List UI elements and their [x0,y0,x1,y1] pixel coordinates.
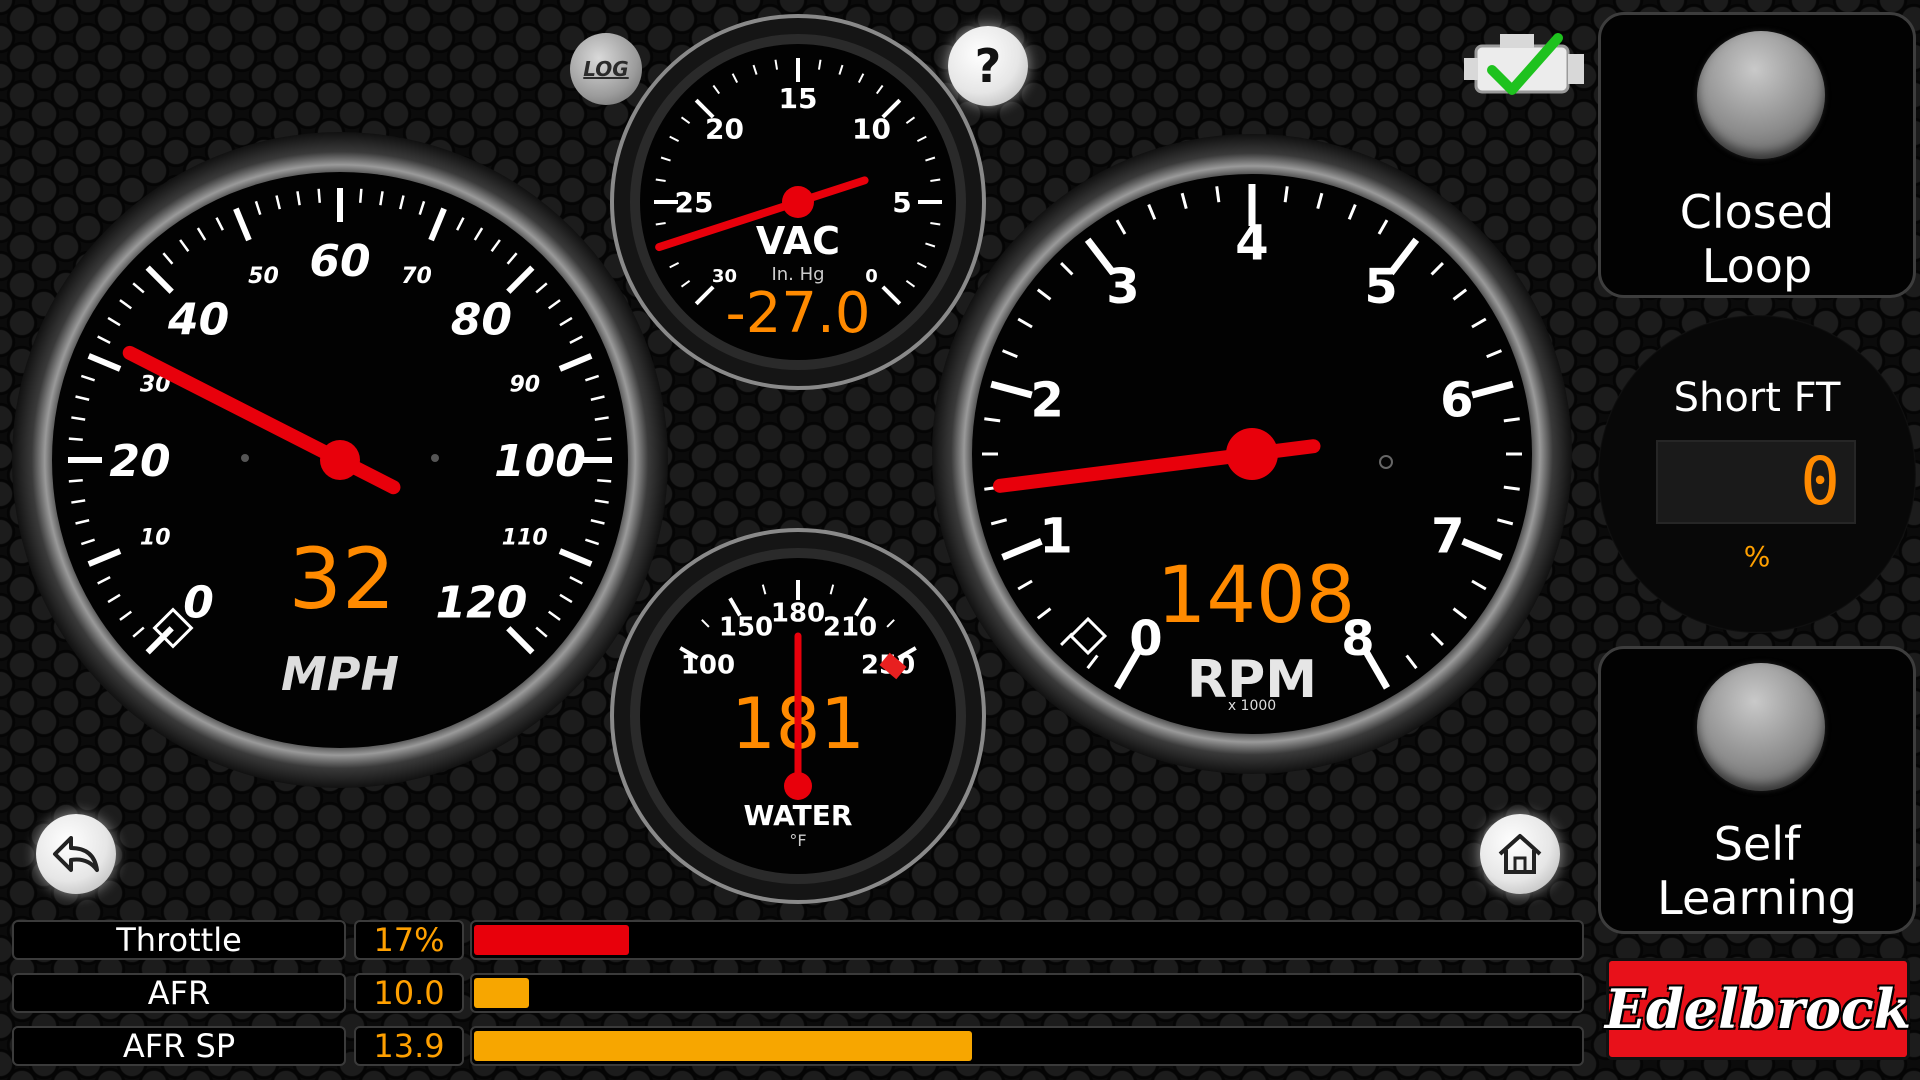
closed-loop-label: Closed Loop [1679,185,1835,293]
gauge-tick-label: 1 [1039,508,1072,564]
closed-loop-panel: Closed Loop [1598,12,1916,298]
bar-label: Throttle [12,920,346,960]
short-ft-title: Short FT [1673,375,1841,421]
gauge-tick-label: 10 [852,113,891,146]
gauge-tick [1215,186,1221,203]
short-ft-gauge: Short FT 0 % [1598,315,1916,633]
gauge-tick [1503,417,1520,423]
self-learning-indicator [1697,663,1825,791]
gauge-tick [68,437,83,442]
gauge-tick-label: 150 [719,612,773,642]
rpm-multiplier: x 1000 [1228,698,1276,714]
gauge-tick-label: 25 [675,186,714,219]
gauge-tick-label: 20 [109,436,170,487]
home-button[interactable] [1480,814,1560,894]
water-unit: °F [789,831,806,850]
home-icon [1498,834,1542,874]
gauge-tick-label: 0 [183,577,214,628]
gauge-tick-label: 40 [167,294,229,345]
speed-unit: MPH [281,647,399,701]
bar-fill [474,1031,972,1061]
needle-hub [784,772,812,800]
short-ft-display: 0 [1656,440,1856,524]
gauge-tick-label: 5 [1364,259,1397,315]
gauge-tick-label: 15 [779,82,818,115]
gauge-tick-label: 210 [823,612,877,642]
gauge-tick-label: 180 [771,598,825,628]
gauge-tick [68,478,83,483]
gauge-tick-label: 80 [451,294,512,345]
gauge-tick [317,188,322,203]
bar-value: 10.0 [354,973,464,1013]
needle-hub [782,186,814,218]
needle-hub [1226,428,1278,480]
speedometer-gauge: 0 10 20 30 40 50 60 70 80 90 100 110 120 32 MPH [10,130,670,790]
gauge-tick-label: 60 [309,236,370,287]
bar-fill [474,978,529,1008]
gauge-tick [358,188,363,203]
closed-loop-indicator [1697,31,1825,159]
gauge-tick-label: 7 [1431,508,1464,564]
self-learning-panel: Self Learning [1598,646,1916,934]
gauge-tick [1503,485,1520,491]
gauge-tick-label: 6 [1440,372,1473,428]
gauge-tick [1283,186,1289,203]
gauge-tick-label: 5 [892,186,911,219]
gauge-tick-label: 100 [681,650,735,680]
water-title: WATER [744,799,853,832]
bar-track [470,1026,1584,1066]
gauge-tick-label: 110 [502,525,548,550]
rpm-value: 1408 [1157,551,1356,641]
gauge-tick [597,437,612,442]
needle-hub [320,440,360,480]
gauge-tick-label: 2 [1031,372,1064,428]
tachometer-gauge: 012345678 1408 RPM x 1000 [930,132,1574,776]
bar-fill [474,925,629,955]
back-button[interactable] [36,814,116,894]
vac-title: VAC [756,219,840,263]
gauge-tick [597,478,612,483]
gauge-tick [984,417,1001,423]
bar-label: AFR SP [12,1026,346,1066]
gauge-tick-label: 10 [140,525,171,550]
gauge-tick-label: 50 [248,264,279,289]
gauge-tick-label: 100 [494,436,586,487]
bar-value: 13.9 [354,1026,464,1066]
gauge-tick-label: 3 [1106,259,1139,315]
self-learning-label: Self Learning [1657,817,1857,925]
gauge-tick-label: 90 [509,372,540,397]
short-ft-unit: % [1743,540,1771,573]
gauge-tick-label: 70 [401,264,432,289]
bar-label: AFR [12,973,346,1013]
gauge-tick-label: 120 [435,577,527,628]
check-engine-ok-icon [1462,30,1586,102]
edelbrock-logo: Edelbrock [1605,958,1911,1060]
bar-track [470,973,1584,1013]
speed-value: 32 [289,530,396,628]
gauge-tick-label: 20 [705,113,744,146]
bar-value: 17% [354,920,464,960]
bar-track [470,920,1584,960]
vac-value: -27.0 [726,281,871,346]
back-arrow-icon [53,836,99,872]
gauge-tick-label: 4 [1235,215,1268,271]
